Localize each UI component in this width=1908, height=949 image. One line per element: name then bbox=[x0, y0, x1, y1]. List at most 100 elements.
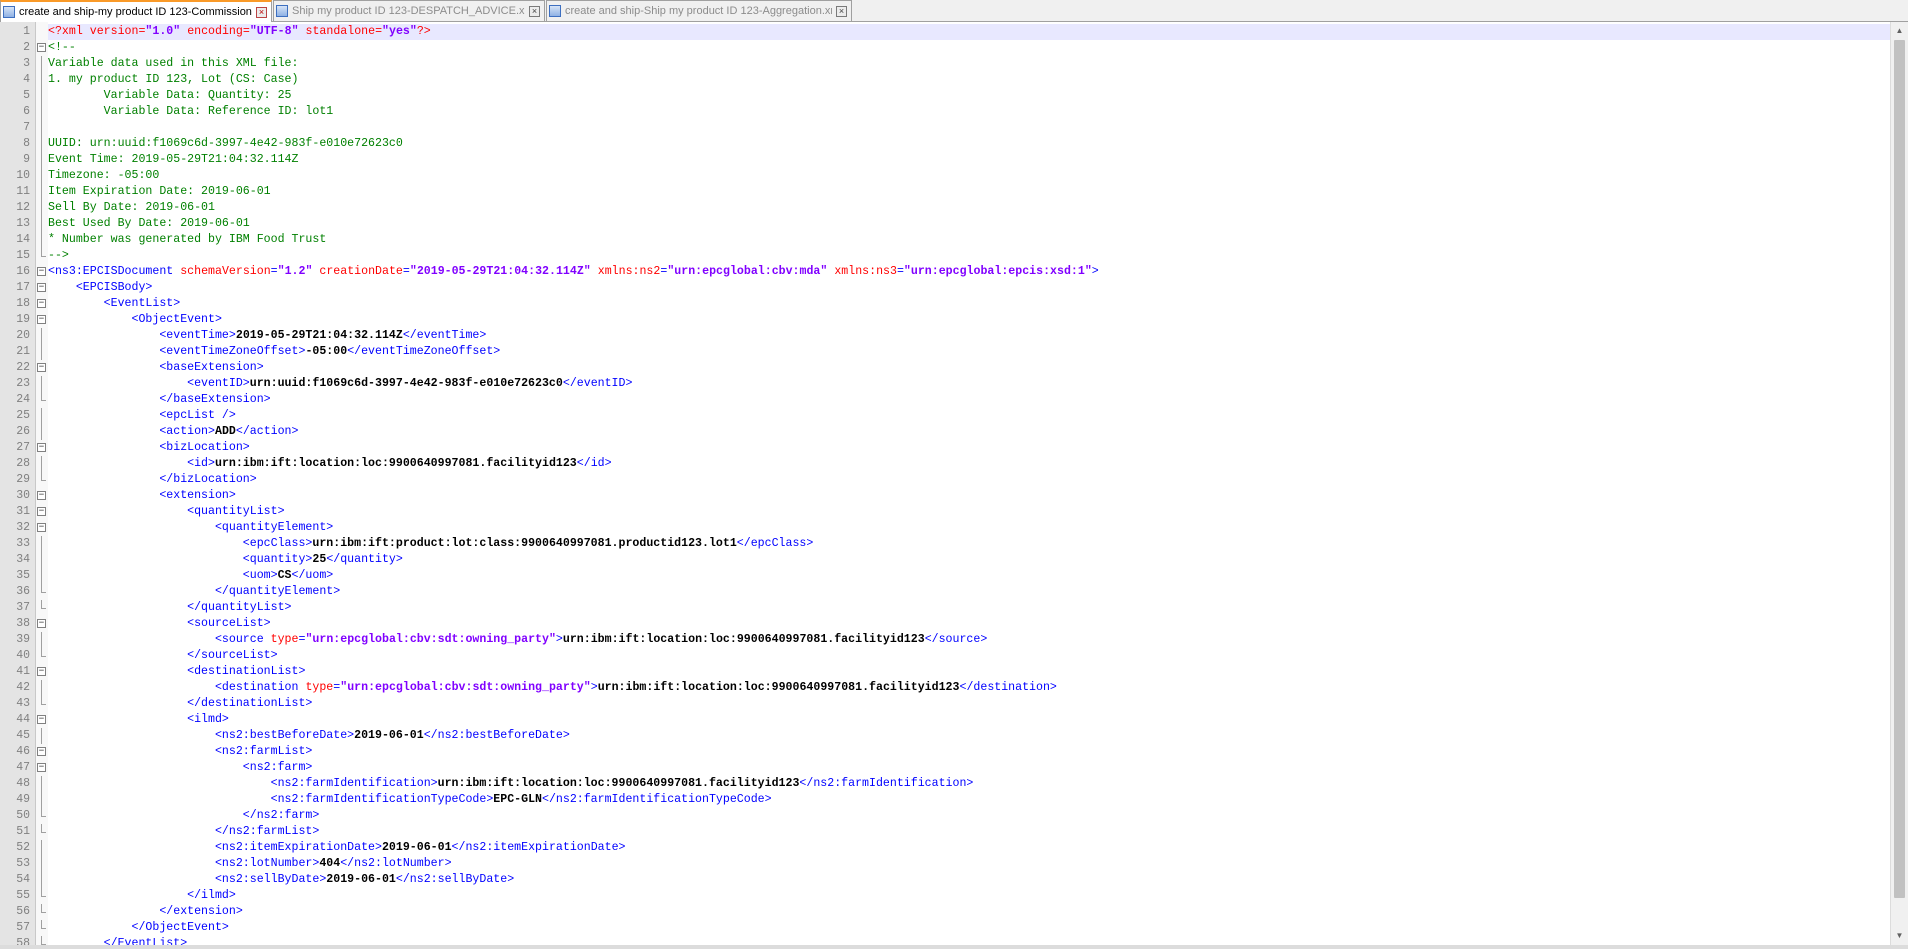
code-line[interactable]: <extension> bbox=[48, 488, 1890, 504]
code-line[interactable]: </ilmd> bbox=[48, 888, 1890, 904]
fold-toggle-icon[interactable]: − bbox=[36, 760, 48, 776]
code-line[interactable]: <ns2:sellByDate>2019-06-01</ns2:sellByDa… bbox=[48, 872, 1890, 888]
tab-despatch-advice-xml[interactable]: Ship my product ID 123-DESPATCH_ADVICE.x… bbox=[273, 0, 545, 21]
tab-aggregation-xml[interactable]: create and ship-Ship my product ID 123-A… bbox=[546, 0, 852, 21]
code-line[interactable]: <eventTime>2019-05-29T21:04:32.114Z</eve… bbox=[48, 328, 1890, 344]
code-line[interactable]: <baseExtension> bbox=[48, 360, 1890, 376]
code-line[interactable]: </quantityElement> bbox=[48, 584, 1890, 600]
fold-minus-icon[interactable]: − bbox=[37, 715, 46, 724]
code-line[interactable]: <EPCISBody> bbox=[48, 280, 1890, 296]
code-line[interactable]: <ns2:farmIdentification>urn:ibm:ift:loca… bbox=[48, 776, 1890, 792]
close-tab-icon[interactable]: × bbox=[836, 5, 847, 17]
code-line[interactable]: <quantity>25</quantity> bbox=[48, 552, 1890, 568]
fold-minus-icon[interactable]: − bbox=[37, 315, 46, 324]
code-line[interactable]: Timezone: -05:00 bbox=[48, 168, 1890, 184]
fold-toggle-icon[interactable]: − bbox=[36, 520, 48, 536]
fold-toggle-icon[interactable]: − bbox=[36, 504, 48, 520]
fold-toggle-icon[interactable]: − bbox=[36, 488, 48, 504]
code-line[interactable]: <ns2:farmIdentificationTypeCode>EPC-GLN<… bbox=[48, 792, 1890, 808]
fold-minus-icon[interactable]: − bbox=[37, 747, 46, 756]
fold-minus-icon[interactable]: − bbox=[37, 443, 46, 452]
code-line[interactable]: <ns2:lotNumber>404</ns2:lotNumber> bbox=[48, 856, 1890, 872]
code-line[interactable]: Sell By Date: 2019-06-01 bbox=[48, 200, 1890, 216]
fold-minus-icon[interactable]: − bbox=[37, 667, 46, 676]
fold-toggle-icon[interactable]: − bbox=[36, 296, 48, 312]
fold-minus-icon[interactable]: − bbox=[37, 763, 46, 772]
code-text-area[interactable]: <?xml version="1.0" encoding="UTF-8" sta… bbox=[48, 22, 1890, 945]
code-line[interactable]: Variable Data: Reference ID: lot1 bbox=[48, 104, 1890, 120]
code-line[interactable]: <eventTimeZoneOffset>-05:00</eventTimeZo… bbox=[48, 344, 1890, 360]
code-line[interactable]: </quantityList> bbox=[48, 600, 1890, 616]
code-line[interactable]: <ns2:bestBeforeDate>2019-06-01</ns2:best… bbox=[48, 728, 1890, 744]
code-line[interactable]: </bizLocation> bbox=[48, 472, 1890, 488]
scroll-up-arrow-icon[interactable]: ▲ bbox=[1891, 22, 1908, 39]
fold-minus-icon[interactable]: − bbox=[37, 267, 46, 276]
fold-minus-icon[interactable]: − bbox=[37, 363, 46, 372]
fold-toggle-icon[interactable]: − bbox=[36, 40, 48, 56]
code-line[interactable]: </ObjectEvent> bbox=[48, 920, 1890, 936]
code-line[interactable]: </baseExtension> bbox=[48, 392, 1890, 408]
fold-toggle-icon[interactable]: − bbox=[36, 440, 48, 456]
tab-commission-xml[interactable]: create and ship-my product ID 123-Commis… bbox=[0, 0, 272, 22]
code-line[interactable]: <sourceList> bbox=[48, 616, 1890, 632]
code-line[interactable]: </destinationList> bbox=[48, 696, 1890, 712]
code-line[interactable]: Best Used By Date: 2019-06-01 bbox=[48, 216, 1890, 232]
code-line[interactable]: Event Time: 2019-05-29T21:04:32.114Z bbox=[48, 152, 1890, 168]
code-line[interactable]: <eventID>urn:uuid:f1069c6d-3997-4e42-983… bbox=[48, 376, 1890, 392]
code-line[interactable]: <quantityList> bbox=[48, 504, 1890, 520]
code-line[interactable]: <EventList> bbox=[48, 296, 1890, 312]
code-line[interactable]: <!-- bbox=[48, 40, 1890, 56]
code-line[interactable]: <destination type="urn:epcglobal:cbv:sdt… bbox=[48, 680, 1890, 696]
code-line[interactable]: <ns2:itemExpirationDate>2019-06-01</ns2:… bbox=[48, 840, 1890, 856]
code-line[interactable]: <id>urn:ibm:ift:location:loc:99006409970… bbox=[48, 456, 1890, 472]
fold-minus-icon[interactable]: − bbox=[37, 283, 46, 292]
code-line[interactable]: <ns3:EPCISDocument schemaVersion="1.2" c… bbox=[48, 264, 1890, 280]
fold-toggle-icon[interactable]: − bbox=[36, 312, 48, 328]
code-line[interactable]: * Number was generated by IBM Food Trust bbox=[48, 232, 1890, 248]
fold-toggle-icon[interactable]: − bbox=[36, 744, 48, 760]
close-tab-icon[interactable]: × bbox=[256, 6, 267, 18]
close-tab-icon[interactable]: × bbox=[529, 5, 540, 17]
code-line[interactable]: <uom>CS</uom> bbox=[48, 568, 1890, 584]
code-line[interactable]: 1. my product ID 123, Lot (CS: Case) bbox=[48, 72, 1890, 88]
scrollbar-thumb[interactable] bbox=[1894, 40, 1905, 898]
code-line[interactable]: </ns2:farm> bbox=[48, 808, 1890, 824]
code-line[interactable]: <ns2:farmList> bbox=[48, 744, 1890, 760]
code-line[interactable]: <ObjectEvent> bbox=[48, 312, 1890, 328]
code-line[interactable]: --> bbox=[48, 248, 1890, 264]
horizontal-scrollbar[interactable] bbox=[0, 945, 1908, 949]
fold-toggle-icon[interactable]: − bbox=[36, 616, 48, 632]
code-line[interactable]: <?xml version="1.0" encoding="UTF-8" sta… bbox=[48, 24, 1890, 40]
code-line[interactable] bbox=[48, 120, 1890, 136]
code-line[interactable]: <epcClass>urn:ibm:ift:product:lot:class:… bbox=[48, 536, 1890, 552]
code-line[interactable]: <bizLocation> bbox=[48, 440, 1890, 456]
fold-minus-icon[interactable]: − bbox=[37, 523, 46, 532]
code-line[interactable]: <action>ADD</action> bbox=[48, 424, 1890, 440]
code-line[interactable]: UUID: urn:uuid:f1069c6d-3997-4e42-983f-e… bbox=[48, 136, 1890, 152]
fold-toggle-icon[interactable]: − bbox=[36, 264, 48, 280]
code-line[interactable]: <ilmd> bbox=[48, 712, 1890, 728]
fold-minus-icon[interactable]: − bbox=[37, 491, 46, 500]
code-line[interactable]: <destinationList> bbox=[48, 664, 1890, 680]
vertical-scrollbar[interactable]: ▲ ▼ bbox=[1890, 22, 1908, 945]
code-line[interactable]: Variable data used in this XML file: bbox=[48, 56, 1890, 72]
scroll-down-arrow-icon[interactable]: ▼ bbox=[1891, 927, 1908, 944]
code-line[interactable]: <source type="urn:epcglobal:cbv:sdt:owni… bbox=[48, 632, 1890, 648]
code-line[interactable]: <quantityElement> bbox=[48, 520, 1890, 536]
fold-toggle-icon[interactable]: − bbox=[36, 280, 48, 296]
fold-toggle-icon[interactable]: − bbox=[36, 360, 48, 376]
code-line[interactable]: </extension> bbox=[48, 904, 1890, 920]
fold-minus-icon[interactable]: − bbox=[37, 507, 46, 516]
fold-toggle-icon[interactable]: − bbox=[36, 712, 48, 728]
code-line[interactable]: </ns2:farmList> bbox=[48, 824, 1890, 840]
code-line[interactable]: <epcList /> bbox=[48, 408, 1890, 424]
code-line[interactable]: </EventList> bbox=[48, 936, 1890, 945]
fold-toggle-icon[interactable]: − bbox=[36, 664, 48, 680]
fold-minus-icon[interactable]: − bbox=[37, 299, 46, 308]
code-line[interactable]: Item Expiration Date: 2019-06-01 bbox=[48, 184, 1890, 200]
fold-minus-icon[interactable]: − bbox=[37, 619, 46, 628]
code-line[interactable]: <ns2:farm> bbox=[48, 760, 1890, 776]
code-line[interactable]: Variable Data: Quantity: 25 bbox=[48, 88, 1890, 104]
fold-minus-icon[interactable]: − bbox=[37, 43, 46, 52]
code-line[interactable]: </sourceList> bbox=[48, 648, 1890, 664]
